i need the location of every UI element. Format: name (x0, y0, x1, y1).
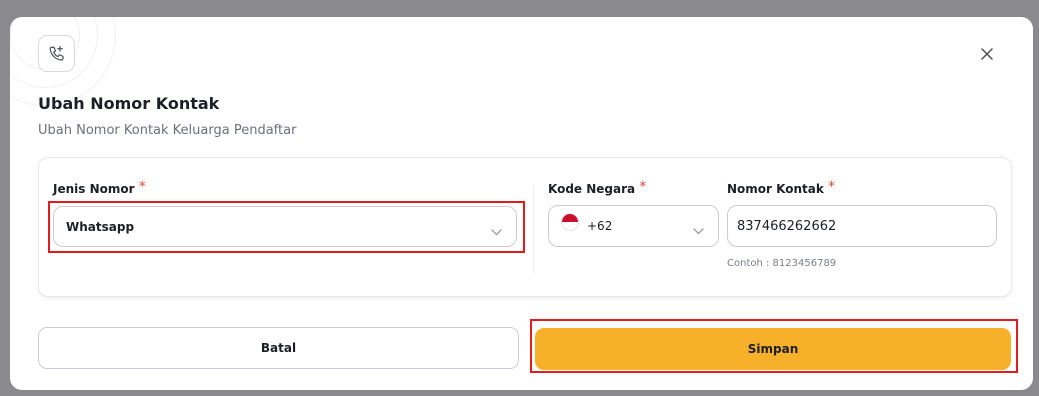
chevron-down-icon (693, 221, 704, 240)
close-icon[interactable] (976, 43, 998, 65)
indonesia-flag-icon (561, 213, 579, 231)
kode-negara-select[interactable]: +62 (548, 205, 719, 247)
modal-title: Ubah Nomor Kontak (38, 94, 220, 113)
cancel-button[interactable]: Batal (38, 327, 519, 369)
kode-negara-value: +62 (587, 219, 613, 233)
required-mark: * (639, 179, 647, 195)
required-mark: * (138, 179, 146, 195)
divider (533, 186, 534, 274)
jenis-nomor-label: Jenis Nomor * (53, 179, 146, 196)
nomor-kontak-value: 837466262662 (737, 218, 837, 234)
phone-plus-icon (38, 35, 75, 72)
nomor-kontak-hint: Contoh : 8123456789 (727, 258, 837, 269)
highlight-box-jenis-nomor (48, 201, 525, 253)
highlight-box-save-button (530, 319, 1018, 373)
nomor-kontak-input[interactable]: 837466262662 (727, 205, 997, 247)
nomor-kontak-label: Nomor Kontak * (727, 179, 836, 196)
modal-subtitle: Ubah Nomor Kontak Keluarga Pendaftar (38, 123, 297, 138)
kode-negara-label: Kode Negara * (548, 179, 647, 196)
required-mark: * (828, 179, 836, 195)
